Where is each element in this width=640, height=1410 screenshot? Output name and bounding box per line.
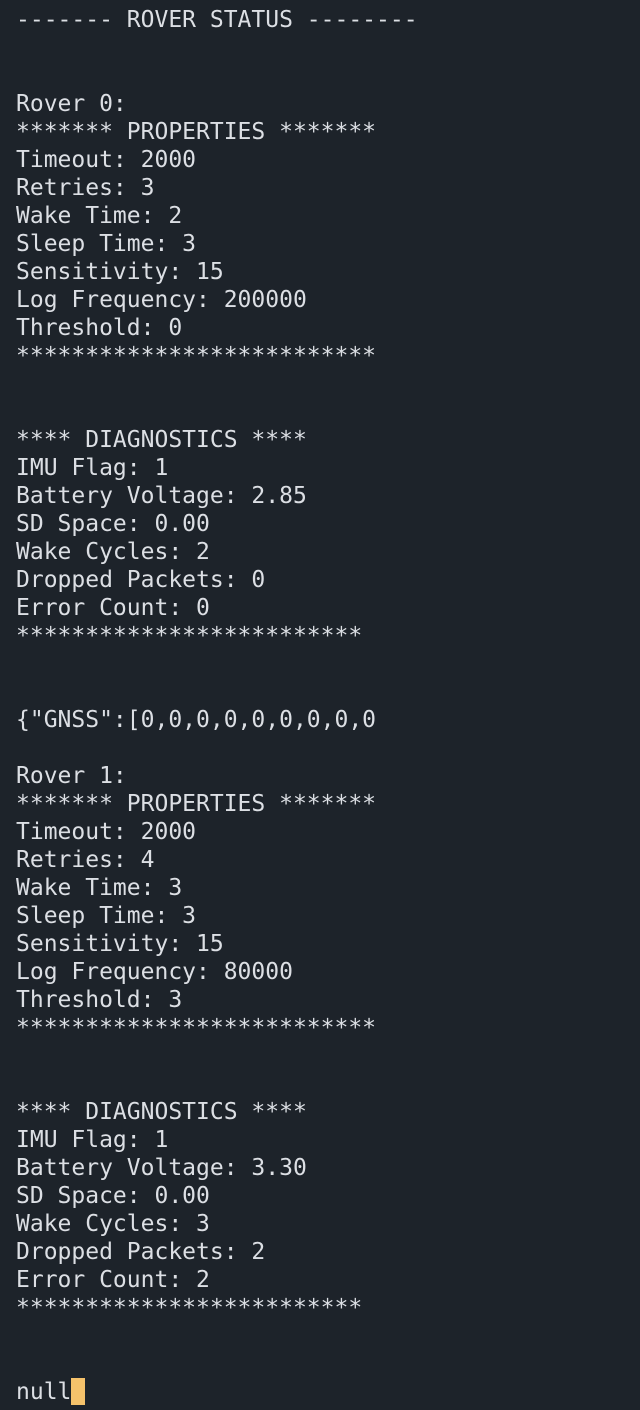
terminal-line: Sleep Time: 3 bbox=[16, 231, 197, 257]
terminal-line: Dropped Packets: 2 bbox=[16, 1239, 266, 1265]
cursor-block bbox=[71, 1378, 86, 1405]
terminal-line: **** DIAGNOSTICS **** bbox=[16, 1099, 307, 1125]
terminal-line: Rover 1: bbox=[16, 763, 127, 789]
terminal-line: ************************** bbox=[16, 343, 377, 369]
terminal-line: ******* PROPERTIES ******* bbox=[16, 119, 377, 145]
terminal-line: Error Count: 0 bbox=[16, 595, 210, 621]
terminal-line: Rover 0: bbox=[16, 91, 127, 117]
terminal-line: Sensitivity: 15 bbox=[16, 259, 224, 285]
terminal-line: Battery Voltage: 2.85 bbox=[16, 483, 307, 509]
terminal-line: ************************* bbox=[16, 1295, 363, 1321]
terminal-line: Sleep Time: 3 bbox=[16, 903, 197, 929]
terminal-line: ************************* bbox=[16, 623, 363, 649]
terminal-line: **** DIAGNOSTICS **** bbox=[16, 427, 307, 453]
terminal-line: Wake Cycles: 2 bbox=[16, 539, 210, 565]
terminal-line: ******* PROPERTIES ******* bbox=[16, 791, 377, 817]
terminal-line: ************************** bbox=[16, 1015, 377, 1041]
terminal-line: Dropped Packets: 0 bbox=[16, 567, 266, 593]
terminal-window[interactable]: ------- ROVER STATUS -------- Rover 0: *… bbox=[0, 0, 640, 1410]
terminal-line: ------- ROVER STATUS -------- bbox=[16, 7, 418, 33]
terminal-line: Error Count: 2 bbox=[16, 1267, 210, 1293]
terminal-line: Sensitivity: 15 bbox=[16, 931, 224, 957]
terminal-line: Threshold: 0 bbox=[16, 315, 183, 341]
terminal-line: SD Space: 0.00 bbox=[16, 1183, 210, 1209]
terminal-line: Battery Voltage: 3.30 bbox=[16, 1155, 307, 1181]
terminal-line: Retries: 4 bbox=[16, 847, 155, 873]
terminal-line: IMU Flag: 1 bbox=[16, 1127, 169, 1153]
terminal-line: Wake Time: 3 bbox=[16, 875, 183, 901]
terminal-line: Wake Cycles: 3 bbox=[16, 1211, 210, 1237]
terminal-line: Timeout: 2000 bbox=[16, 819, 197, 845]
terminal-line: Retries: 3 bbox=[16, 175, 155, 201]
terminal-line: IMU Flag: 1 bbox=[16, 455, 169, 481]
terminal-last-output: null bbox=[16, 1379, 72, 1405]
terminal-line: Log Frequency: 80000 bbox=[16, 959, 293, 985]
terminal-line: SD Space: 0.00 bbox=[16, 511, 210, 537]
terminal-line: Log Frequency: 200000 bbox=[16, 287, 307, 313]
terminal-line: Timeout: 2000 bbox=[16, 147, 197, 173]
terminal-line: {"GNSS":[0,0,0,0,0,0,0,0,0 bbox=[16, 707, 377, 733]
terminal-prompt-line[interactable]: null bbox=[16, 1378, 640, 1406]
terminal-line: Wake Time: 2 bbox=[16, 203, 183, 229]
terminal-line: Threshold: 3 bbox=[16, 987, 183, 1013]
